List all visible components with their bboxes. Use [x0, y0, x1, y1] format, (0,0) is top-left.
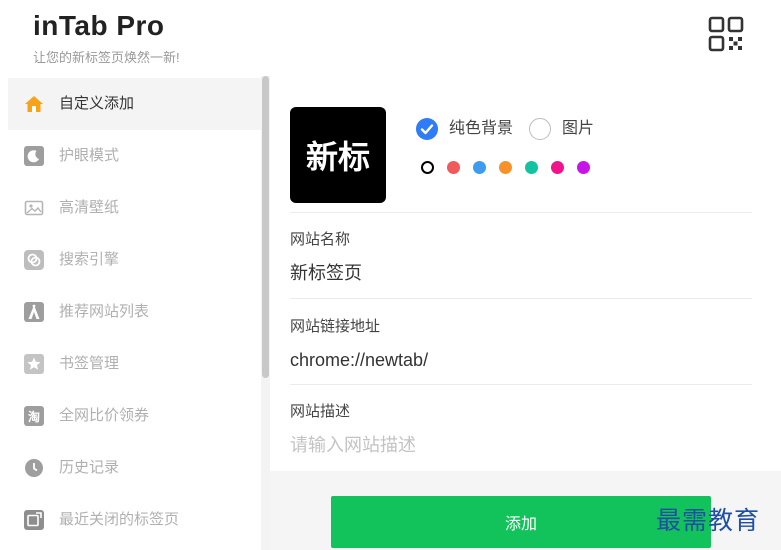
- sidebar-item-label: 高清壁纸: [59, 199, 120, 216]
- divider: [290, 384, 752, 385]
- color-swatch-pink[interactable]: [551, 161, 564, 174]
- option-label: 纯色背景: [449, 120, 514, 137]
- app-title: inTab Pro: [33, 10, 165, 41]
- sidebar-item-label: 全网比价领券: [59, 407, 150, 424]
- history-icon: [24, 458, 44, 478]
- home-icon: [24, 94, 44, 114]
- sidebar-item-label: 书签管理: [59, 355, 120, 372]
- divider: [290, 298, 752, 299]
- sidebar-item-wallpaper[interactable]: 高清壁纸: [8, 182, 262, 234]
- color-swatch-teal[interactable]: [525, 161, 538, 174]
- sidebar-item-search-engine[interactable]: 搜索引擎: [8, 234, 262, 286]
- site-description-input[interactable]: [290, 431, 752, 459]
- site-url-field: 网站链接地址: [290, 315, 752, 375]
- option-label: 图片: [562, 120, 595, 137]
- sidebar-item-history[interactable]: 历史记录: [8, 442, 262, 494]
- sidebar-item-recently-closed[interactable]: 最近关闭的标签页: [8, 494, 262, 546]
- sidebar-item-label: 最近关闭的标签页: [59, 511, 180, 528]
- app-subtitle: 让您的新标签页焕然一新!: [33, 50, 180, 65]
- search-engine-icon: [24, 250, 44, 270]
- field-label: 网站描述: [290, 403, 351, 420]
- color-swatch-orange[interactable]: [499, 161, 512, 174]
- color-swatch-black[interactable]: [421, 161, 434, 174]
- radio-circle-icon: [529, 118, 551, 140]
- recent-tab-icon: [24, 510, 44, 530]
- checked-radio-icon: [416, 118, 438, 140]
- image-background-option[interactable]: 图片: [529, 117, 604, 143]
- sidebar-item-coupons[interactable]: 淘 全网比价领券: [8, 390, 262, 442]
- sidebar-item-label: 自定义添加: [59, 95, 135, 112]
- site-name-field: 网站名称: [290, 228, 752, 288]
- site-description-field: 网站描述: [290, 400, 752, 460]
- sidebar-item-bookmarks[interactable]: 书签管理: [8, 338, 262, 390]
- qr-code-icon[interactable]: [707, 15, 745, 53]
- color-swatch-blue[interactable]: [473, 161, 486, 174]
- custom-site-editor: 新标 纯色背景 图片 网站名称 网站链接地址 网站描述 添加: [270, 74, 781, 550]
- field-label: 网站链接地址: [290, 318, 381, 335]
- sidebar-item-eye-care[interactable]: 护眼模式: [8, 130, 262, 182]
- image-icon: [24, 198, 44, 218]
- scrollbar-thumb[interactable]: [262, 76, 269, 378]
- sidebar-item-label: 护眼模式: [59, 147, 120, 164]
- sidebar-item-label: 推荐网站列表: [59, 303, 150, 320]
- site-name-input[interactable]: [290, 258, 752, 286]
- coupon-icon: 淘: [24, 406, 44, 426]
- add-button[interactable]: 添加: [331, 496, 711, 548]
- color-swatch-red[interactable]: [447, 161, 460, 174]
- svg-text:淘: 淘: [28, 409, 40, 424]
- sidebar-item-label: 历史记录: [59, 459, 120, 476]
- star-icon: [24, 354, 44, 374]
- color-swatch-purple[interactable]: [577, 161, 590, 174]
- sidebar-item-custom-add[interactable]: 自定义添加: [8, 78, 262, 130]
- sidebar-scrollbar[interactable]: [261, 76, 270, 550]
- divider: [290, 212, 752, 213]
- sidebar-item-label: 搜索引擎: [59, 251, 120, 268]
- site-url-input[interactable]: [290, 346, 752, 374]
- moon-icon: [24, 146, 44, 166]
- app-header: inTab Pro 让您的新标签页焕然一新!: [0, 0, 781, 74]
- sidebar-item-recommended[interactable]: 推荐网站列表: [8, 286, 262, 338]
- recommend-icon: [24, 302, 44, 322]
- field-label: 网站名称: [290, 231, 351, 248]
- solid-background-option[interactable]: 纯色背景: [416, 117, 526, 143]
- watermark-text: 最需教育: [656, 506, 761, 535]
- site-icon-preview[interactable]: 新标: [290, 107, 386, 203]
- sidebar: 自定义添加 护眼模式 高清壁纸 搜索引擎 推荐网站列表 书签管理 淘 全网比价领…: [8, 76, 268, 550]
